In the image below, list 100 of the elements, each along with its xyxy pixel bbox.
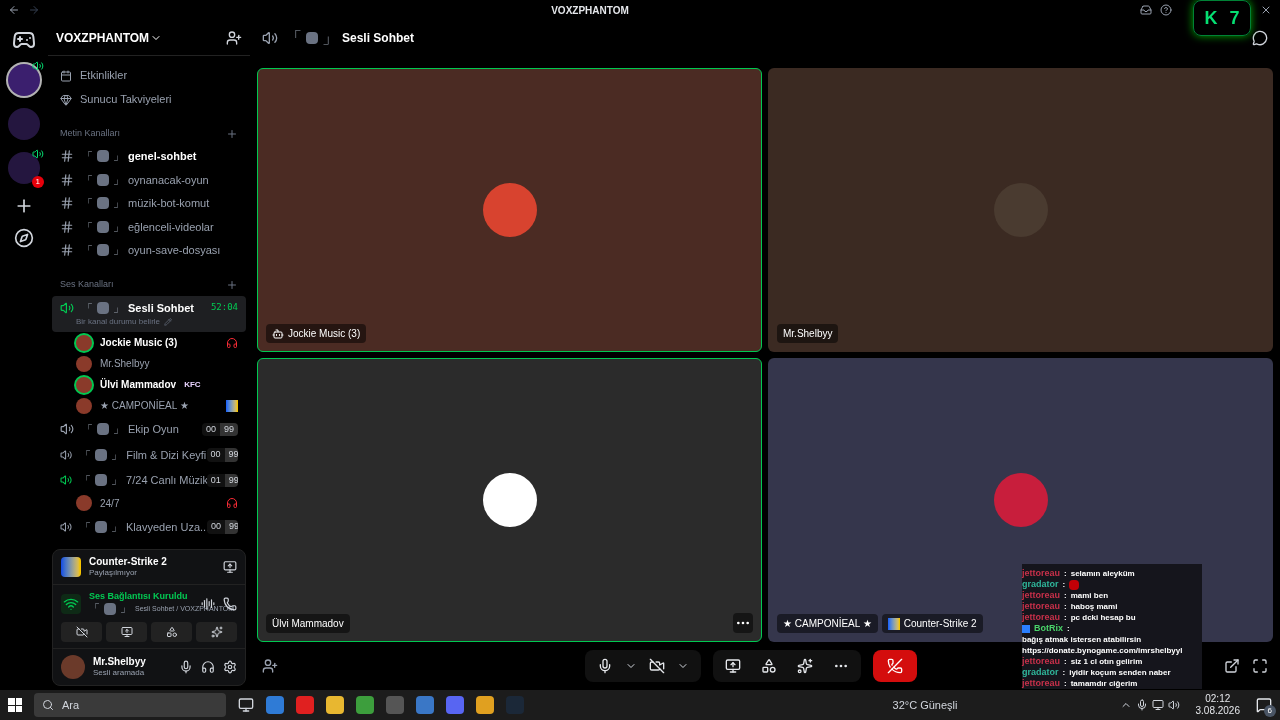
taskbar-app-icon[interactable] xyxy=(476,696,494,714)
menu-item[interactable]: Etkinlikler xyxy=(80,67,128,84)
taskbar-app-icon[interactable] xyxy=(416,696,434,714)
popout-icon[interactable] xyxy=(1224,658,1240,674)
share-screen-button[interactable] xyxy=(106,622,147,642)
chat-username: BotRix xyxy=(1034,623,1063,634)
windows-start-icon[interactable] xyxy=(8,698,22,712)
microphone-icon[interactable] xyxy=(597,658,613,674)
chat-separator: : xyxy=(1064,601,1067,612)
chat-text: siz 1 cl otın gelirim xyxy=(1070,656,1143,667)
volume-icon[interactable] xyxy=(1167,699,1180,711)
server-icon[interactable] xyxy=(8,64,40,96)
chat-text: selamın aleyküm xyxy=(1070,568,1135,579)
user-avatar xyxy=(482,473,537,527)
video-tile[interactable]: Ülvi Mammadov xyxy=(257,358,762,642)
channel-status[interactable]: Bir kanal durumu belirle xyxy=(76,316,161,328)
user-name[interactable]: 24/7 xyxy=(100,495,120,511)
bracket: 「 xyxy=(82,300,93,316)
back-icon[interactable] xyxy=(8,4,20,16)
emoji-icon xyxy=(104,603,116,616)
taskbar-app-icon[interactable] xyxy=(296,696,314,714)
user-avatar[interactable] xyxy=(76,376,92,393)
fullscreen-icon[interactable] xyxy=(1252,658,1268,674)
user-name[interactable]: Ülvi Mammadov xyxy=(100,377,177,392)
chat-username: gradator xyxy=(1022,579,1059,590)
call-timer: 52:04 xyxy=(210,301,238,314)
overlay-letter: K xyxy=(1204,7,1218,30)
more-icon[interactable] xyxy=(733,613,753,633)
taskbar-app-icon[interactable] xyxy=(266,696,284,714)
calendar-icon xyxy=(60,69,72,82)
help-icon[interactable] xyxy=(1160,4,1172,16)
voice-channel[interactable]: 「 」 Sesli Sohbet 52:04 Bir kanal durumu belirle xyxy=(52,295,246,332)
chat-username: jettoreau xyxy=(1022,601,1060,612)
bracket: 「 xyxy=(89,602,100,616)
user-count: 00 xyxy=(206,448,225,462)
camera-button[interactable] xyxy=(61,622,102,642)
microphone-icon[interactable] xyxy=(179,660,193,674)
voice-channel[interactable]: 「 」 Klavyeden Uza... 00 99 xyxy=(52,514,246,539)
channel-title: Sesli Sohbet xyxy=(342,30,415,46)
server-name[interactable]: VOXZPHANTOM xyxy=(56,29,150,46)
activities-icon[interactable] xyxy=(761,658,777,674)
clock-date[interactable]: 3.08.2026 xyxy=(1195,705,1240,718)
bracket: 「 xyxy=(82,219,93,235)
bracket: 」 xyxy=(113,300,124,316)
invite-icon[interactable] xyxy=(226,29,242,46)
bracket: 」 xyxy=(113,172,124,188)
soundboard-button[interactable] xyxy=(196,622,237,642)
video-tile[interactable]: Jockie Music (3) xyxy=(257,68,762,352)
inbox-icon[interactable] xyxy=(1140,4,1152,16)
activities-button[interactable] xyxy=(151,622,192,642)
chat-text: haboş mami xyxy=(1070,601,1118,612)
emoji-icon xyxy=(95,474,108,487)
chat-username: jettoreau xyxy=(1022,678,1060,689)
taskbar-app-icon[interactable] xyxy=(356,696,374,714)
bracket: 」 xyxy=(111,447,123,463)
invite-icon[interactable] xyxy=(262,658,278,674)
menu-item[interactable]: Sunucu Takviyeleri xyxy=(80,91,172,108)
bracket: 「 xyxy=(82,172,93,188)
user-name[interactable]: Jockie Music (3) xyxy=(100,335,178,350)
chat-icon[interactable] xyxy=(1252,30,1268,46)
close-icon[interactable] xyxy=(1260,4,1272,16)
search-field[interactable]: Ara xyxy=(34,693,226,717)
network-icon[interactable] xyxy=(1151,699,1164,711)
user-name[interactable]: ★ CAMPONİEAL ★ xyxy=(100,398,189,413)
chat-username: jettoreau xyxy=(1022,612,1060,623)
add-channel-icon[interactable] xyxy=(226,128,238,140)
headphones-icon[interactable] xyxy=(201,660,215,674)
channel-name: Sesli Sohbet xyxy=(128,300,195,316)
user-name[interactable]: Mr.Shelbyy xyxy=(100,356,150,371)
task-view-icon[interactable] xyxy=(238,697,254,713)
server-tag: KFC xyxy=(184,378,201,391)
chat-separator: : xyxy=(1064,568,1067,579)
user-status: Sesli aramada xyxy=(93,668,146,679)
end-call-button[interactable] xyxy=(873,650,917,682)
camera-off-icon[interactable] xyxy=(649,658,665,674)
share-screen-icon[interactable] xyxy=(223,559,237,574)
voice-channel[interactable]: 「 」 Film & Dizi Keyfi 00 99 xyxy=(52,442,246,467)
category-label[interactable]: Metin Kanalları xyxy=(60,127,121,141)
voice-channel[interactable]: 「 」 7/24 Canlı Müzik 01 99 xyxy=(52,468,246,493)
hash-icon xyxy=(60,172,74,187)
bracket: 」 xyxy=(322,28,338,48)
microphone-icon[interactable] xyxy=(1135,699,1148,711)
video-tile[interactable]: Mr.Shelbyy xyxy=(768,68,1273,352)
user-avatar[interactable] xyxy=(76,334,92,351)
chat-separator: : xyxy=(1064,678,1067,689)
compass-icon[interactable] xyxy=(14,228,34,248)
bracket: 」 xyxy=(113,422,124,437)
soundboard-icon[interactable] xyxy=(797,658,813,674)
taskbar-app-icon[interactable] xyxy=(326,696,344,714)
bracket: 「 xyxy=(82,422,93,437)
user-limit: 99 xyxy=(220,422,238,436)
clock-time[interactable]: 02:12 xyxy=(1205,692,1231,705)
settings-icon[interactable] xyxy=(223,660,237,674)
category-label[interactable]: Ses Kanalları xyxy=(60,277,114,292)
voice-channel[interactable]: 「 」 Ekip Oyun 00 99 xyxy=(52,417,246,442)
taskbar-app-icon[interactable] xyxy=(446,696,464,714)
share-screen-icon[interactable] xyxy=(725,658,741,674)
add-channel-icon[interactable] xyxy=(226,278,238,291)
share-status: Paylaşılmıyor xyxy=(89,568,138,578)
server-icon[interactable] xyxy=(8,152,40,184)
